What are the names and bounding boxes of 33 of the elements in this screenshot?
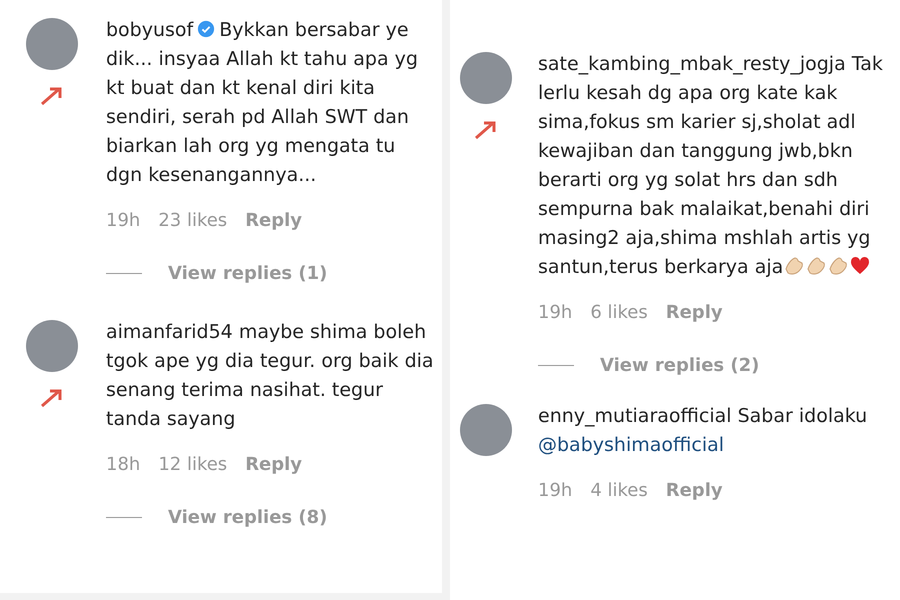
reply-button[interactable]: Reply (666, 480, 723, 501)
view-replies-button[interactable]: View replies (1) (168, 263, 328, 284)
heart-icon (849, 255, 872, 277)
comment-text: enny_mutiaraofficial Sabar idolaku @babyshimaofficial (538, 404, 868, 458)
comment-time: 18h (106, 454, 140, 475)
username-link[interactable]: sate_kambing_mbak_resty_jogja (538, 53, 846, 75)
clapping-hands-icon (827, 255, 850, 277)
avatar-photo-placeholder (460, 52, 512, 104)
comment-text: sate_kambing_mbak_resty_jogja Tak lerlu kesah dg apa org kate kak sima,fokus sm karier sj,sholat adl kewajiban dan tanggung jwb,bkn berarti org yg solat hrs dan sdh sempurna bak malaikat,benahi diri masing2 aja,shima mshlah artis yg santun,terus berkarya aja (538, 52, 884, 280)
view-replies-button[interactable]: View replies (8) (168, 507, 328, 528)
reply-button[interactable]: Reply (245, 454, 302, 475)
mention-link[interactable]: @babyshimaofficial (538, 434, 724, 456)
view-replies-button[interactable]: View replies (2) (600, 355, 760, 376)
likes-count[interactable]: 23 likes (158, 210, 228, 231)
username-link[interactable]: aimanfarid54 (106, 321, 233, 343)
username-link[interactable]: bobyusof (106, 19, 194, 41)
comment-text: bobyusof Bykkan bersabar ye dik... insyaa Allah kt tahu apa yg kt buat dan kt kenal diri kita sendiri, serah pd Allah SWT dan biarkan lah org yg mengata tu dgn kesenangannya... (106, 18, 419, 188)
likes-count[interactable]: 4 likes (590, 480, 648, 501)
avatar-photo-placeholder (26, 320, 78, 372)
comment-time: 19h (106, 210, 140, 231)
likes-count[interactable]: 12 likes (158, 454, 228, 475)
verified-badge-icon (197, 20, 216, 38)
username-link[interactable]: enny_mutiaraofficial (538, 405, 732, 427)
avatar-photo-placeholder (460, 404, 512, 456)
comment-time: 19h (538, 302, 572, 323)
comment-text: aimanfarid54 maybe shima boleh tgok ape yg dia tegur. org baik dia senang terima nasihat. tegur tanda sayang (106, 320, 435, 432)
comment-time: 19h (538, 480, 572, 501)
clapping-hands-icon (783, 255, 806, 277)
reply-button[interactable]: Reply (666, 302, 723, 323)
reply-button[interactable]: Reply (245, 210, 302, 231)
likes-count[interactable]: 6 likes (590, 302, 648, 323)
clapping-hands-icon (805, 255, 828, 277)
avatar-photo-placeholder (26, 18, 78, 70)
